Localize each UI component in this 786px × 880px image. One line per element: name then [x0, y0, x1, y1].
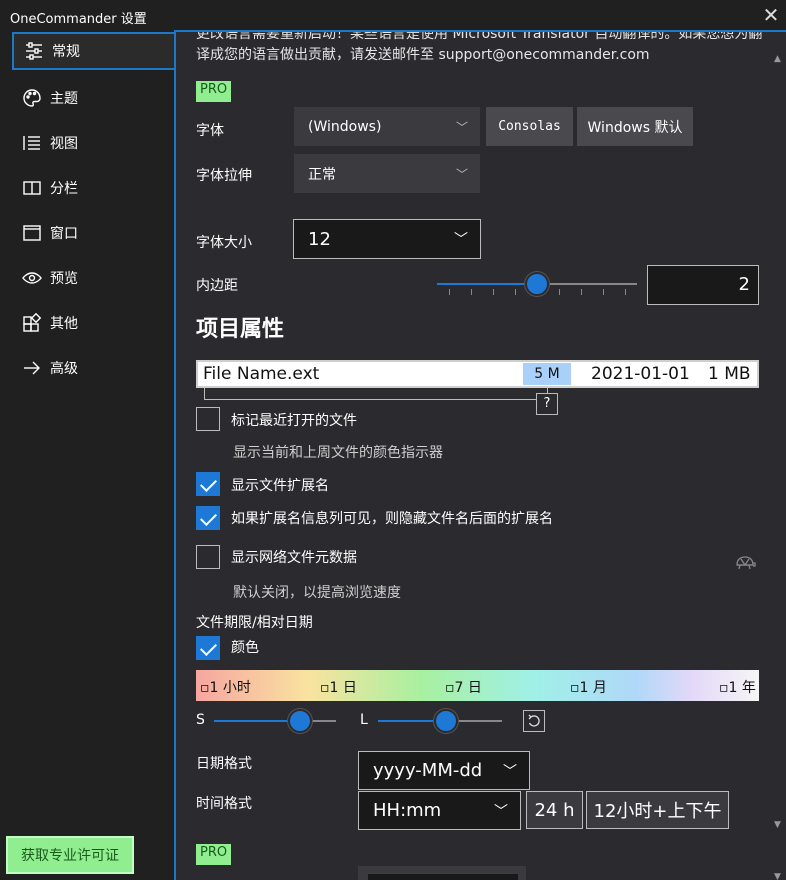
mark-recent-checkbox[interactable] [196, 407, 220, 431]
mark-recent-label: 标记最近打开的文件 [231, 413, 357, 429]
scroll-down-icon[interactable]: ▼ [774, 820, 781, 830]
sidebar-item-columns[interactable]: 分栏 [12, 169, 175, 207]
24h-button[interactable]: 24 h [526, 791, 583, 829]
age-scale-1y: ▫1 年 [719, 680, 756, 696]
network-meta-sub: 默认关闭，以提高浏览速度 [233, 585, 401, 601]
preview-file-name: File Name.ext [203, 364, 320, 384]
sidebar-item-label: 窗口 [50, 226, 78, 242]
12h-ampm-button[interactable]: 12小时+上下午 [586, 791, 729, 829]
sidebar-item-label: 高级 [50, 361, 78, 377]
time-format-value: HH:mm [373, 800, 442, 821]
font-combo[interactable]: (Windows) ﹀ [294, 107, 480, 146]
list-view-icon [14, 133, 50, 153]
file-preview-row: File Name.ext 5 M 2021-01-01 1 MB [196, 360, 759, 388]
file-age-color-label: 颜色 [231, 640, 259, 656]
sidebar-item-label: 其他 [50, 316, 78, 332]
hide-ext-checkbox[interactable] [196, 506, 220, 530]
chevron-down-icon: ﹀ [455, 167, 468, 181]
s-label: S [196, 712, 205, 728]
puzzle-icon [14, 313, 50, 333]
padding-label: 内边距 [196, 278, 238, 294]
chevron-down-icon: ﹀ [454, 232, 468, 248]
chevron-down-icon: ﹀ [494, 803, 508, 820]
sidebar-item-other[interactable]: 其他 [12, 304, 175, 342]
date-format-label: 日期格式 [196, 756, 252, 772]
reset-icon[interactable] [523, 710, 545, 732]
padding-slider-thumb[interactable] [525, 272, 549, 296]
font-size-combo[interactable]: 12 ﹀ [293, 219, 481, 259]
sidebar: 常规 主题 视图 分栏 窗口 预览 其他 高级 [0, 32, 175, 880]
window-icon [14, 223, 50, 243]
preview-date: 2021-01-01 [591, 364, 690, 384]
padding-slider[interactable] [437, 272, 637, 302]
date-format-value: yyyy-MM-dd [373, 760, 483, 781]
time-format-combo[interactable]: HH:mm ﹀ [358, 791, 521, 830]
show-ext-label: 显示文件扩展名 [231, 478, 329, 494]
sidebar-item-view[interactable]: 视图 [12, 124, 175, 162]
font-label: 字体 [196, 123, 224, 139]
columns-icon [14, 178, 50, 198]
file-age-gradient: ▫1 小时 ▫1 日 ▫7 日 ▫1 月 ▫1 年 [196, 670, 759, 701]
sidebar-item-label: 视图 [50, 136, 78, 152]
turtle-icon [734, 554, 756, 574]
sliders-icon [16, 41, 52, 61]
age-scale-1d: ▫1 日 [320, 680, 357, 696]
date-format-combo[interactable]: yyyy-MM-dd ﹀ [358, 751, 530, 790]
sidebar-item-label: 主题 [50, 91, 78, 107]
window-title: OneCommander 设置 [10, 12, 147, 27]
mark-recent-sub: 显示当前和上周文件的颜色指示器 [233, 445, 443, 461]
palette-icon [14, 88, 50, 108]
preview-size: 1 MB [708, 364, 751, 384]
font-value: (Windows) [308, 118, 382, 135]
font-size-value: 12 [308, 228, 331, 250]
chevron-down-icon: ﹀ [503, 763, 517, 780]
restart-note: 更改语言需要重新启动！某些语言是使用 Microsoft Translator … [196, 30, 763, 63]
font-stretch-value: 正常 [308, 166, 336, 183]
s-slider-thumb[interactable] [288, 709, 312, 733]
get-pro-license-button[interactable]: 获取专业许可证 [6, 836, 134, 874]
hide-ext-label: 如果扩展名信息列可见，则隐藏文件名后面的扩展名 [231, 511, 553, 527]
age-scale-7d: ▫7 日 [445, 680, 482, 696]
chevron-down-icon: ﹀ [455, 120, 468, 134]
sidebar-item-label: 常规 [52, 44, 80, 60]
preview-badge: 5 M [523, 363, 571, 385]
sidebar-item-label: 预览 [50, 271, 78, 287]
show-ext-checkbox[interactable] [196, 472, 220, 496]
l-label: L [360, 712, 368, 728]
network-meta-checkbox[interactable] [196, 545, 220, 569]
sidebar-item-label: 分栏 [50, 181, 78, 197]
sidebar-item-theme[interactable]: 主题 [12, 79, 175, 117]
padding-input[interactable]: 2 [647, 265, 759, 305]
item-properties-title: 项目属性 [196, 317, 285, 342]
sidebar-item-window[interactable]: 窗口 [12, 214, 175, 252]
vertical-scrollbar[interactable]: ▲ ▼ ▼ [772, 30, 786, 880]
scroll-down-icon[interactable]: ▼ [774, 872, 781, 880]
consolas-button[interactable]: Consolas [486, 107, 573, 146]
sidebar-item-preview[interactable]: 预览 [12, 259, 175, 297]
l-slider-thumb[interactable] [434, 709, 458, 733]
sidebar-item-advanced[interactable]: 高级 [12, 349, 175, 387]
title-bar: OneCommander 设置 ✕ [0, 0, 786, 32]
pro-badge: PRO [196, 81, 232, 102]
scroll-up-icon[interactable]: ▲ [774, 54, 781, 64]
font-size-label: 字体大小 [196, 235, 252, 251]
age-scale-1h: ▫1 小时 [200, 680, 251, 696]
time-format-label: 时间格式 [196, 796, 252, 812]
file-age-label: 文件期限/相对日期 [196, 615, 313, 631]
windows-default-button[interactable]: Windows 默认 [577, 107, 693, 146]
sidebar-item-general[interactable]: 常规 [12, 32, 175, 70]
font-stretch-label: 字体拉伸 [196, 168, 252, 184]
l-slider[interactable] [378, 709, 502, 735]
age-scale-1m: ▫1 月 [570, 680, 607, 696]
pro-badge: PRO [196, 844, 232, 865]
eye-icon [14, 268, 50, 288]
s-slider[interactable] [214, 709, 336, 735]
close-icon[interactable]: ✕ [756, 0, 786, 30]
network-meta-label: 显示网络文件元数据 [231, 550, 357, 566]
settings-panel: 更改语言需要重新启动！某些语言是使用 Microsoft Translator … [174, 30, 772, 880]
font-stretch-combo[interactable]: 正常 ﹀ [294, 154, 480, 193]
file-age-color-checkbox[interactable] [196, 636, 220, 660]
help-icon[interactable]: ? [536, 393, 558, 415]
arrow-right-icon [14, 358, 50, 378]
